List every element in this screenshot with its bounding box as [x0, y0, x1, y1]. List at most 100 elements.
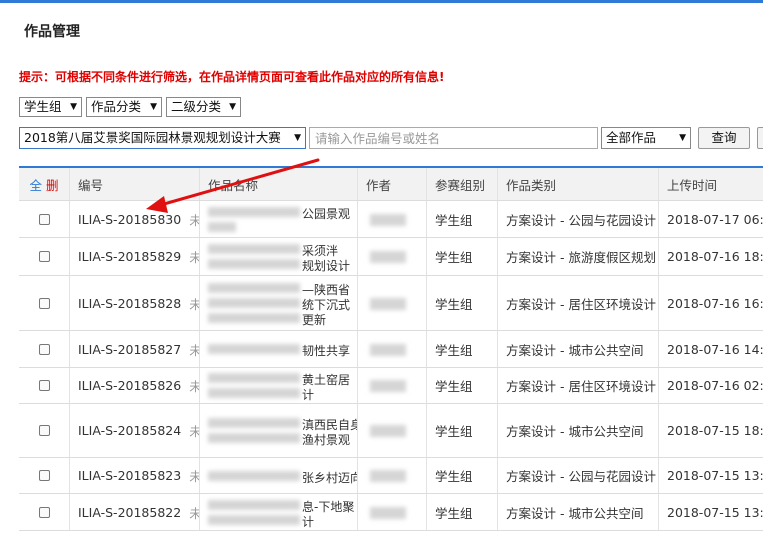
name-cell[interactable]: 滇西民自身 渔村景观 — [200, 404, 358, 457]
redacted-name-block — [208, 207, 300, 217]
code-cell: ILIA-S-20185829 未 — [70, 238, 200, 275]
work-code-link[interactable]: ILIA-S-20185823 — [78, 468, 181, 483]
table-row[interactable]: ILIA-S-20185826 未黄土窑居计 学生组方案设计 - 居住区环境设计 20… — [19, 368, 763, 404]
table-row[interactable]: ILIA-S-20185827 未 韧性共享 学生组方案设计 - 城市公共空间 2018… — [19, 331, 763, 368]
redacted-author-block — [370, 214, 406, 226]
redacted-name-block — [208, 222, 236, 232]
table-header-row: 全 删 编号 作品名称 作者 参赛组别 作品类别 上传时间 — [19, 168, 763, 201]
type-cell: 方案设计 - 居住区环境设计 — [498, 368, 659, 403]
work-name-fragment: 渔村景观 — [302, 433, 351, 447]
name-cell[interactable]: —陕西省 统下沉式 更新 — [200, 276, 358, 330]
header-select-cell: 全 删 — [19, 168, 70, 200]
query-button[interactable]: 查询 — [698, 127, 750, 149]
work-code-link[interactable]: ILIA-S-20185824 — [78, 423, 181, 438]
row-checkbox[interactable] — [38, 470, 50, 481]
scope-select[interactable]: 全部作品 ▼ — [601, 127, 691, 149]
header-type: 作品类别 — [498, 168, 659, 200]
row-checkbox[interactable] — [38, 506, 50, 518]
header-group: 参赛组别 — [427, 168, 498, 200]
review-status: 未 — [189, 466, 199, 485]
table-row[interactable]: ILIA-S-20185823 未 张乡村迈向 学生组方案设计 - 公园与花园设计 20… — [19, 458, 763, 494]
contest-select-value: 2018第八届艾景奖国际园林景观规划设计大赛 — [24, 130, 281, 145]
table-row[interactable]: ILIA-S-20185828 未—陕西省统下沉式更新 学生组方案设计 - 居住区环… — [19, 276, 763, 331]
redacted-author-block — [370, 344, 406, 356]
upload-time-cell: 2018-07-16 14:31 — [667, 341, 763, 357]
redacted-name-block — [208, 500, 300, 510]
redacted-author-block — [370, 425, 406, 437]
name-cell[interactable]: 采须泮 规划设计 — [200, 238, 358, 275]
row-checkbox[interactable] — [38, 380, 50, 391]
work-code-link[interactable]: ILIA-S-20185829 — [78, 249, 181, 264]
group-select-value: 学生组 — [24, 99, 62, 114]
delete-link[interactable]: 删 — [46, 175, 59, 194]
select-cell — [19, 201, 70, 237]
row-checkbox[interactable] — [38, 251, 50, 262]
upload-time-cell: 2018-07-16 02:06 — [667, 378, 763, 393]
group-cell: 学生组 — [427, 458, 498, 493]
review-status: 未 — [189, 294, 199, 313]
upload-time-cell: 2018-07-16 18:12 — [667, 249, 763, 264]
row-checkbox[interactable] — [38, 425, 50, 436]
redacted-author-block — [370, 470, 406, 482]
redacted-name-block — [208, 244, 300, 254]
group-cell: 学生组 — [427, 404, 498, 457]
redacted-name-block — [208, 344, 300, 354]
redacted-name-block — [208, 433, 300, 443]
author-cell — [358, 331, 427, 367]
contest-select[interactable]: 2018第八届艾景奖国际园林景观规划设计大赛 ▼ — [19, 127, 306, 149]
category-select[interactable]: 作品分类 ▼ — [86, 97, 162, 117]
name-cell[interactable]: 韧性共享 — [200, 331, 358, 367]
redacted-name-block — [208, 515, 300, 525]
type-cell: 方案设计 - 公园与花园设计 — [498, 458, 659, 493]
upload-time-cell: 2018-07-15 13:40 — [667, 504, 763, 520]
work-code-link[interactable]: ILIA-S-20185827 — [78, 342, 181, 357]
header-code: 编号 — [70, 168, 200, 200]
export-button[interactable] — [757, 127, 763, 149]
review-status: 未 — [189, 503, 199, 522]
work-code-link[interactable]: ILIA-S-20185826 — [78, 378, 181, 393]
row-checkbox[interactable] — [38, 213, 50, 225]
header-name: 作品名称 — [200, 168, 358, 200]
select-cell — [19, 331, 70, 367]
redacted-name-block — [208, 298, 300, 308]
upload-time-cell: 2018-07-15 13:35 — [667, 468, 763, 483]
review-status: 未 — [189, 340, 199, 359]
work-name-fragment: 计 — [302, 515, 315, 529]
author-cell — [358, 458, 427, 493]
upload-time-cell: 2018-07-16 16:01 — [667, 295, 763, 311]
select-cell — [19, 276, 70, 330]
row-checkbox[interactable] — [38, 343, 50, 355]
redacted-name-block — [208, 388, 300, 398]
redacted-author-block — [370, 298, 406, 310]
redacted-name-block — [208, 418, 300, 428]
row-checkbox[interactable] — [38, 297, 50, 309]
work-code-link[interactable]: ILIA-S-20185828 — [78, 296, 181, 311]
table-row[interactable]: ILIA-S-20185829 未采须泮规划设计 学生组方案设计 - 旅游度假区规划… — [19, 238, 763, 276]
work-code-link[interactable]: ILIA-S-20185822 — [78, 505, 181, 520]
author-cell — [358, 238, 427, 275]
redacted-name-block — [208, 259, 300, 269]
header-author: 作者 — [358, 168, 427, 200]
search-input[interactable] — [309, 127, 598, 149]
group-select[interactable]: 学生组 ▼ — [19, 97, 82, 117]
name-cell[interactable]: 张乡村迈向 — [200, 458, 358, 493]
top-accent-line — [0, 0, 763, 3]
work-code-link[interactable]: ILIA-S-20185830 — [78, 212, 181, 227]
name-cell[interactable]: 息-下地聚计 — [200, 494, 358, 530]
name-cell[interactable]: 公园景观 — [200, 201, 358, 237]
table-row[interactable]: ILIA-S-20185822 未息-下地聚计 学生组方案设计 - 城市公共空间 20… — [19, 494, 763, 531]
type-cell: 方案设计 - 公园与花园设计 — [498, 201, 659, 237]
review-status: 未 — [189, 210, 199, 229]
subcategory-select[interactable]: 二级分类 ▼ — [166, 97, 241, 117]
table-row[interactable]: ILIA-S-20185830 未 公园景观 学生组方案设计 - 公园与花园设计 201… — [19, 201, 763, 238]
work-name-fragment: 更新 — [302, 313, 327, 327]
filter-hint: 提示：可根据不同条件进行筛选，在作品详情页面可查看此作品对应的所有信息! — [19, 70, 445, 84]
code-cell: ILIA-S-20185822 未 — [70, 494, 200, 530]
work-name-fragment: 公园景观 — [302, 207, 351, 221]
group-cell: 学生组 — [427, 494, 498, 530]
table-row[interactable]: ILIA-S-20185824 未滇西民自身渔村景观 学生组方案设计 - 城市公共空… — [19, 404, 763, 458]
type-cell: 方案设计 - 居住区环境设计 — [498, 276, 659, 330]
name-cell[interactable]: 黄土窑居计 — [200, 368, 358, 403]
author-cell — [358, 404, 427, 457]
select-all-link[interactable]: 全 — [29, 175, 42, 194]
